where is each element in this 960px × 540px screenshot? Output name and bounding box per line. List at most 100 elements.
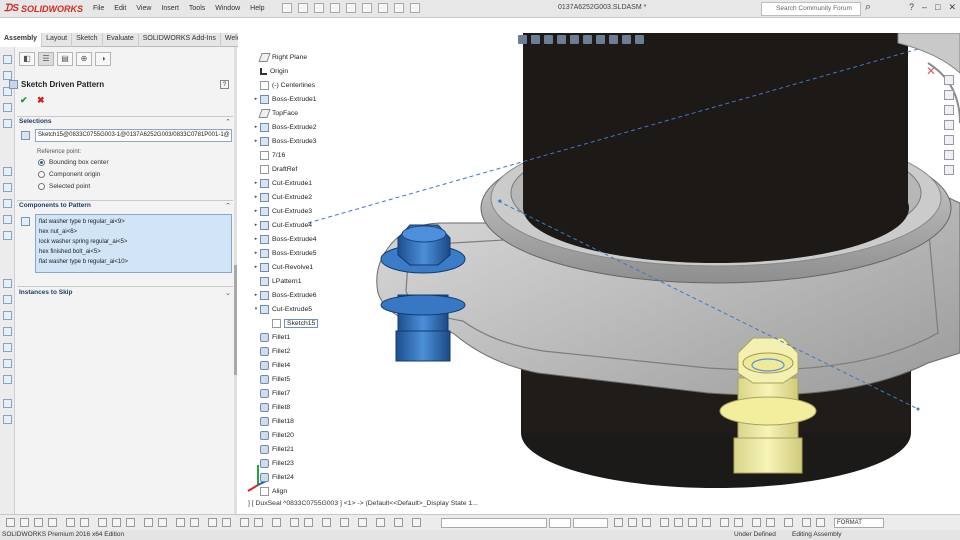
forum-icon[interactable] [944,165,954,175]
print-icon[interactable] [330,3,340,13]
mirror-entities-icon[interactable] [222,518,231,527]
view-palette-icon[interactable] [944,120,954,130]
exploded-view-icon[interactable] [3,279,12,288]
zoom-to-fit-icon[interactable] [518,35,527,44]
hyperlink-icon[interactable] [766,518,775,527]
section-components-to-pattern[interactable]: Components to Pattern [19,202,91,209]
design-library-icon[interactable] [944,90,954,100]
numbering-icon[interactable] [734,518,743,527]
help-icon[interactable]: ? [909,2,914,13]
expand-chevron-icon[interactable]: ▸ [252,180,260,186]
custom-properties-icon[interactable] [944,150,954,160]
menu-file[interactable]: File [88,5,109,12]
help-icon[interactable]: ? [220,80,229,89]
list-item[interactable]: flat washer type b regular_ai<10> [39,257,228,267]
close-button[interactable]: ✕ [948,2,956,13]
tree-node-cut-extrude2[interactable]: ▸ Cut-Extrude2 [252,191,312,203]
solidworks-logo[interactable]: ᗪS SOLIDWORKS [0,0,88,18]
large-assembly-icon[interactable] [3,343,12,352]
tree-node-fillet2[interactable]: Fillet2 [252,345,290,357]
tree-node-align[interactable]: Align [252,485,287,497]
assembly-features-icon[interactable] [3,183,12,192]
tab-layout[interactable]: Layout [42,33,73,47]
previous-view-icon[interactable] [544,35,553,44]
tree-node-cut-extrude4[interactable]: ▸ Cut-Extrude4 [252,219,312,231]
format-select[interactable]: FORMAT [834,518,884,528]
search-icon[interactable]: ⌕ [865,1,871,14]
smart-dimension-icon[interactable] [20,518,29,527]
sketch-tool-icon[interactable] [6,518,15,527]
tree-node-boss-extrude2[interactable]: ▸ Boss-Extrude2 [252,121,317,133]
tree-node-fillet21[interactable]: Fillet21 [252,443,294,455]
polygon-tool-icon[interactable] [126,518,135,527]
quick-snaps-icon[interactable] [304,518,313,527]
bill-of-materials-icon[interactable] [3,231,12,240]
bullets-icon[interactable] [720,518,729,527]
expand-chevron-icon[interactable]: ▸ [252,236,260,242]
tree-node-draftref[interactable]: DraftRef [252,163,297,175]
align-center-icon[interactable] [674,518,683,527]
menu-tools[interactable]: Tools [184,5,210,12]
tree-node-cut-extrude1[interactable]: ▸ Cut-Extrude1 [252,177,312,189]
menu-edit[interactable]: Edit [109,5,131,12]
font-select[interactable] [441,518,547,528]
tree-node-boss-extrude1[interactable]: ▸ Boss-Extrude1 [252,93,317,105]
menu-window[interactable]: Window [210,5,245,12]
tree-node-boss-extrude5[interactable]: ▸ Boss-Extrude5 [252,247,317,259]
minimize-button[interactable]: – [922,2,927,13]
tree-node-fillet7[interactable]: Fillet7 [252,387,290,399]
tree-node-topface[interactable]: TopFace [252,107,298,119]
options-icon[interactable] [410,3,420,13]
underline-icon[interactable] [642,518,651,527]
tree-node-fillet4[interactable]: Fillet4 [252,359,290,371]
ellipse-tool-icon[interactable] [112,518,121,527]
scrollbar-thumb[interactable] [234,265,237,375]
menu-help[interactable]: Help [245,5,269,12]
scene-icon[interactable] [622,35,631,44]
tree-node-cut-extrude3[interactable]: ▸ Cut-Extrude3 [252,205,312,217]
color-icon[interactable] [784,518,793,527]
appearances-icon[interactable] [944,135,954,145]
hide-show-edges-icon[interactable] [412,518,421,527]
search-input[interactable]: Search Community Forum [761,2,861,16]
italic-icon[interactable] [628,518,637,527]
insert-component-icon[interactable] [3,55,12,64]
expand-chevron-icon[interactable]: ▸ [252,264,260,270]
undo-icon[interactable] [346,3,356,13]
feature-manager-tab-icon[interactable]: ◧ [19,52,35,66]
tree-node-fillet8[interactable]: Fillet8 [252,401,290,413]
tree-node-fillet20[interactable]: Fillet20 [252,429,294,441]
collapse-chevron-icon[interactable]: ⌃ [225,202,231,210]
trim-entities-icon[interactable] [208,518,217,527]
update-speedpak-icon[interactable] [3,311,12,320]
list-item[interactable]: hex finished bolt_ai<5> [39,247,228,257]
justify-icon[interactable] [702,518,711,527]
collapse-chevron-icon[interactable]: ⌃ [225,118,231,126]
resources-icon[interactable] [944,75,954,85]
new-motion-study-icon[interactable] [3,215,12,224]
tree-node-fillet23[interactable]: Fillet23 [252,457,294,469]
panel-scrollbar[interactable] [234,47,237,514]
new-file-icon[interactable] [282,3,292,13]
symbol-icon[interactable] [752,518,761,527]
close-preview-icon[interactable]: ✕ [926,64,936,78]
rebuild-icon[interactable] [394,3,404,13]
ok-button[interactable]: ✔ [20,95,28,106]
radio-button[interactable] [38,171,45,178]
section-view-icon[interactable] [557,35,566,44]
cancel-button[interactable]: ✖ [37,95,45,106]
tree-node-boss-extrude6[interactable]: ▸ Boss-Extrude6 [252,289,317,301]
save-icon[interactable] [314,3,324,13]
sketch-selection-field[interactable]: Sketch15@0833C0755G003-1@0137A6252G003/0… [35,129,232,142]
convert-entities-icon[interactable] [190,518,199,527]
tree-node-fillet5[interactable]: Fillet5 [252,373,290,385]
clearance-verification-icon[interactable] [3,375,12,384]
expand-chevron-icon[interactable]: ▸ [252,292,260,298]
list-item[interactable]: hex nut_ai<6> [39,227,228,237]
dimxpert-manager-tab-icon[interactable]: ⊕ [76,52,92,66]
appearance-icon[interactable] [609,35,618,44]
offset-entities-icon[interactable] [176,518,185,527]
tab-addins[interactable]: SOLIDWORKS Add-Ins [139,33,221,47]
move-component-icon[interactable] [3,119,12,128]
components-list[interactable]: flat washer type b regular_ai<9> hex nut… [35,214,232,273]
